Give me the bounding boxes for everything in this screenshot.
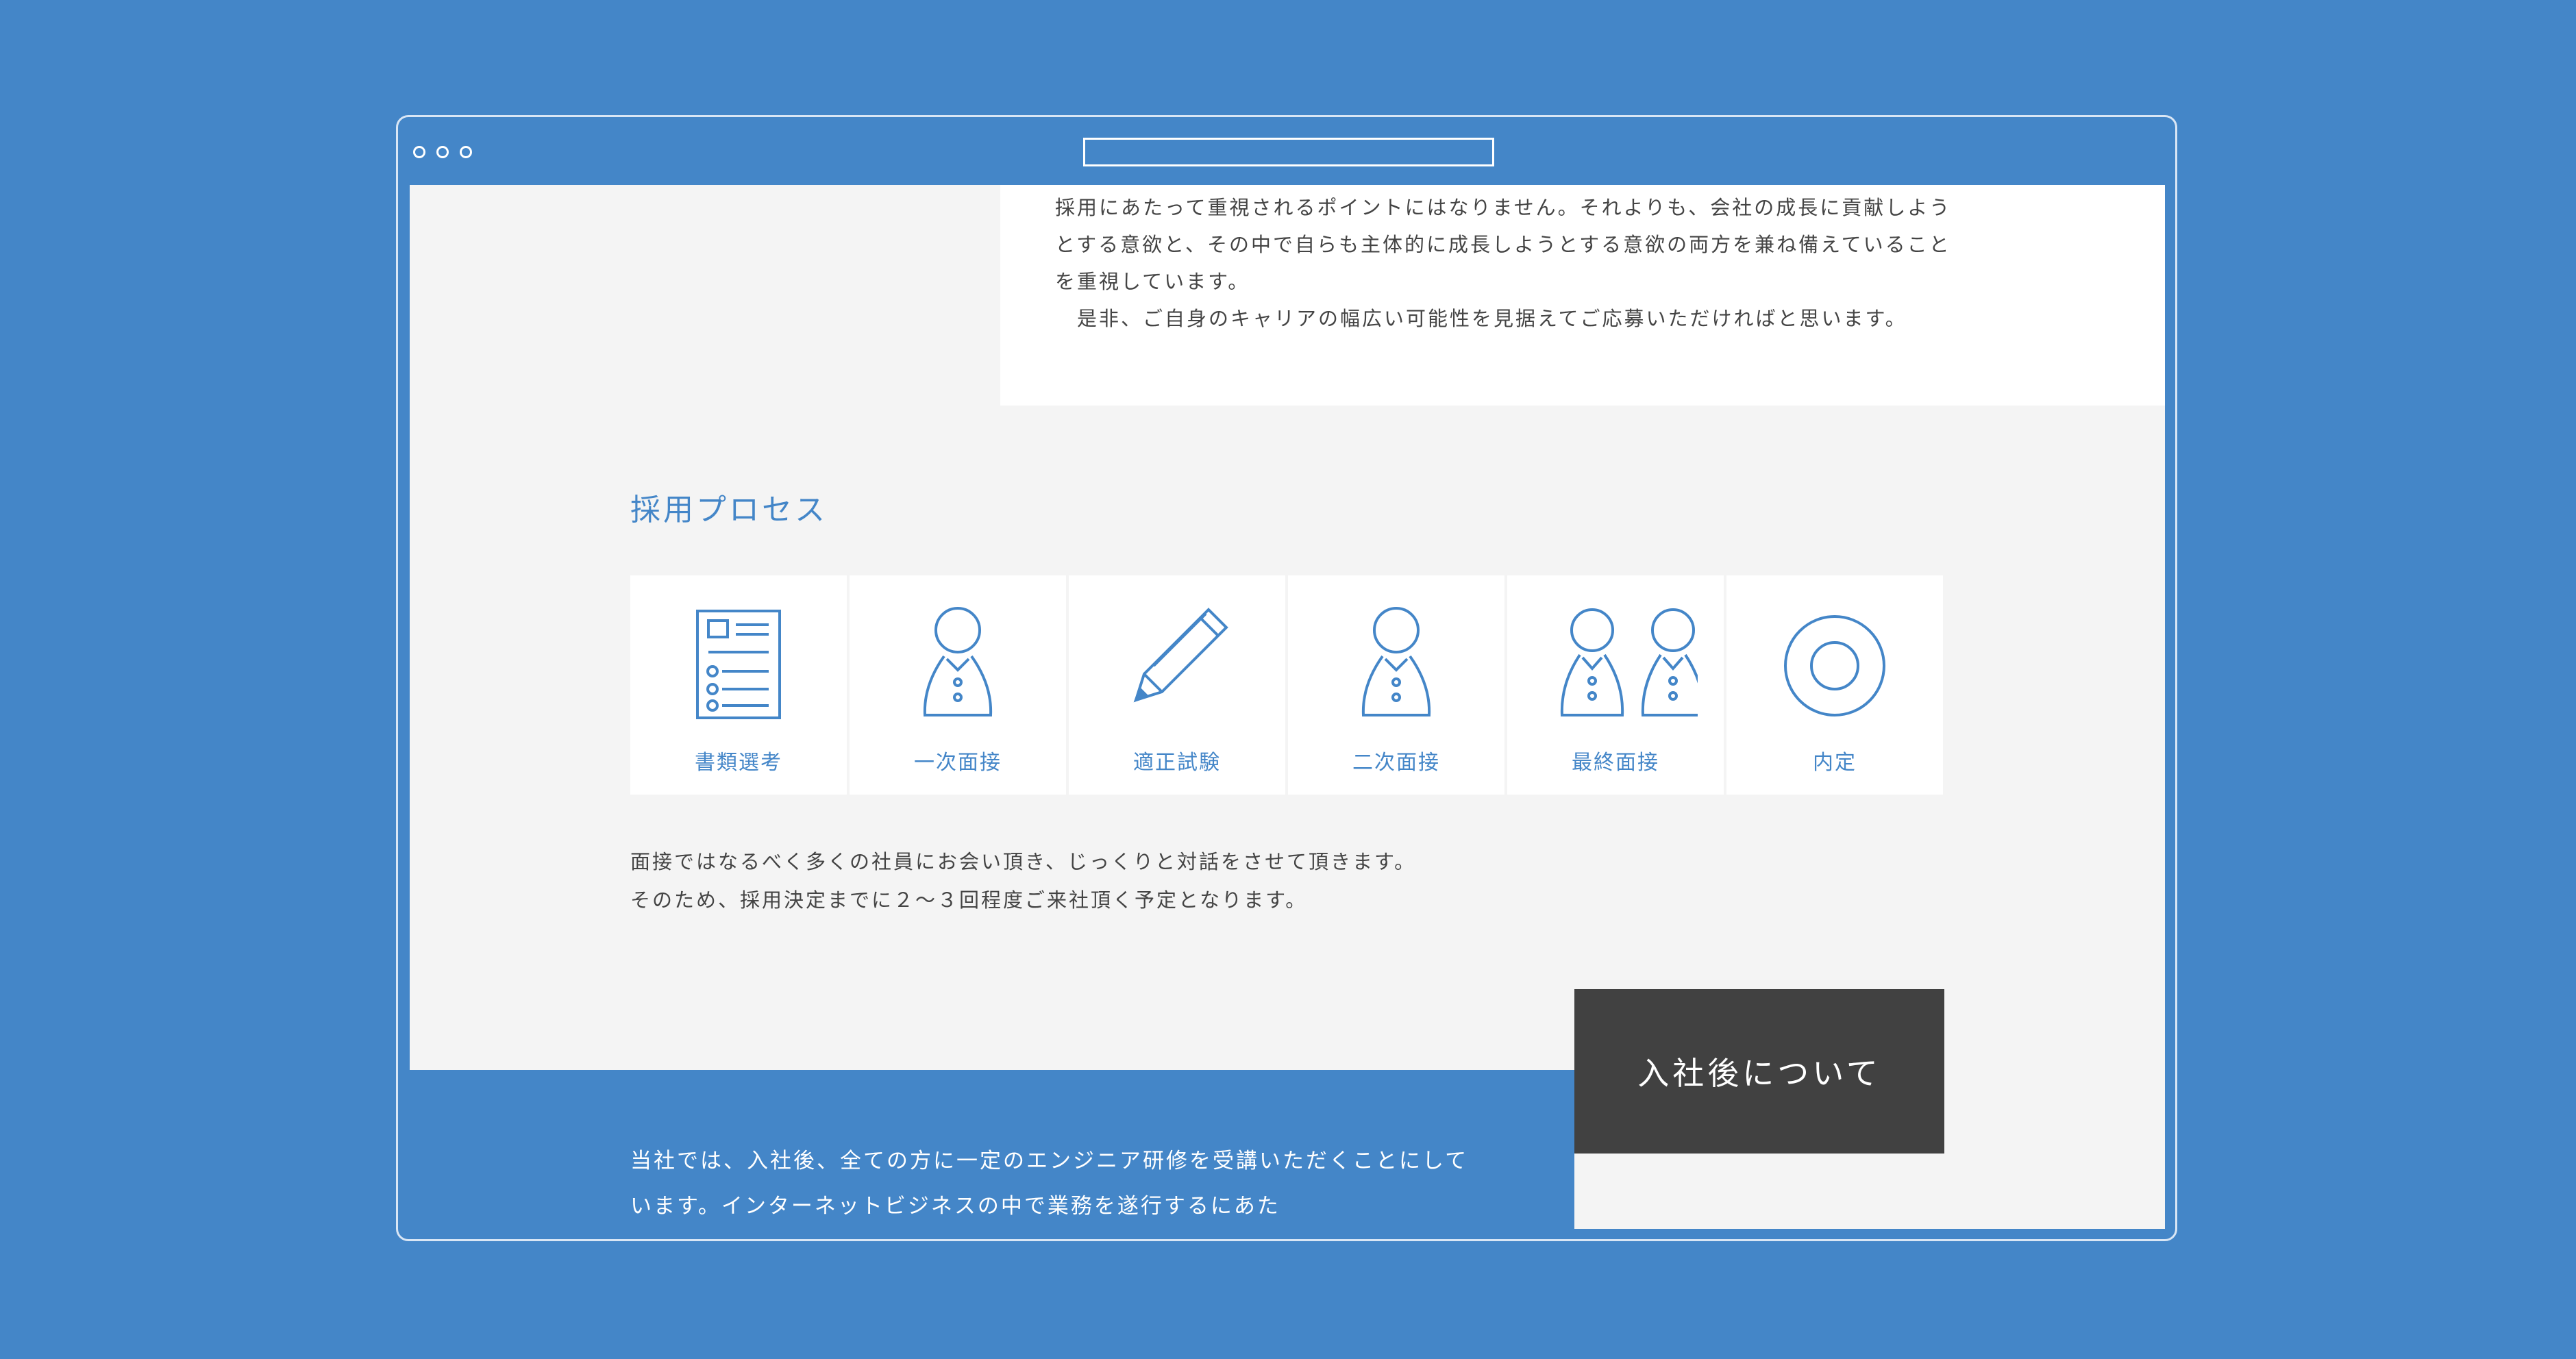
window-control-icon[interactable] <box>436 146 449 158</box>
document-icon <box>696 610 781 719</box>
intro-text: 採用にあたって重視されるポイントにはなりません。それよりも、会社の成長に貢献しよ… <box>1055 196 1952 330</box>
step-label: 適正試験 <box>1133 751 1221 775</box>
process-step-offer: 内定 <box>1726 575 1943 795</box>
process-step-final-interview: 最終面接 <box>1507 575 1724 795</box>
process-step-document-screening: 書類選考 <box>630 575 847 795</box>
step-label: 一次面接 <box>914 751 1002 775</box>
pencil-icon <box>1133 608 1228 703</box>
process-step-first-interview: 一次面接 <box>850 575 1066 795</box>
person-icon <box>1361 607 1431 716</box>
page-viewport: 採用にあたって重視されるポイントにはなりません。それよりも、会社の成長に貢献しよ… <box>410 185 2165 1229</box>
after-joining-heading-text: 入社後について <box>1637 1055 1881 1092</box>
process-title: 採用プロセス <box>630 493 828 527</box>
step-label: 書類選考 <box>695 751 782 775</box>
process-step-aptitude-test: 適正試験 <box>1069 575 1285 795</box>
two-persons-icon <box>1560 608 1698 716</box>
circle-target-icon <box>1784 615 1885 716</box>
process-note: 面接ではなるべく多くの社員にお会い頂き、じっくりと対話をさせて頂きます。 そのた… <box>630 850 1417 912</box>
process-step-second-interview: 二次面接 <box>1288 575 1504 795</box>
after-joining-heading: 入社後について <box>1574 989 1944 1154</box>
address-bar[interactable] <box>1083 138 1494 166</box>
after-joining-text: 当社では、入社後、全ての方に一定のエンジニア研修を受講いただくことにしています。… <box>630 1149 1469 1219</box>
window-control-icon[interactable] <box>413 146 425 158</box>
step-label: 内定 <box>1813 751 1857 775</box>
process-steps: 書類選考 一次面接 適正試験 二次面接 最終面接 内定 <box>630 575 1943 795</box>
window-control-icon[interactable] <box>460 146 472 158</box>
step-label: 二次面接 <box>1352 751 1440 775</box>
after-joining-panel: 当社では、入社後、全ての方に一定のエンジニア研修を受講いただくことにしています。… <box>410 1070 1574 1229</box>
step-label: 最終面接 <box>1572 751 1659 775</box>
person-icon <box>923 607 993 716</box>
intro-card: 採用にあたって重視されるポイントにはなりません。それよりも、会社の成長に貢献しよ… <box>1000 185 2165 406</box>
